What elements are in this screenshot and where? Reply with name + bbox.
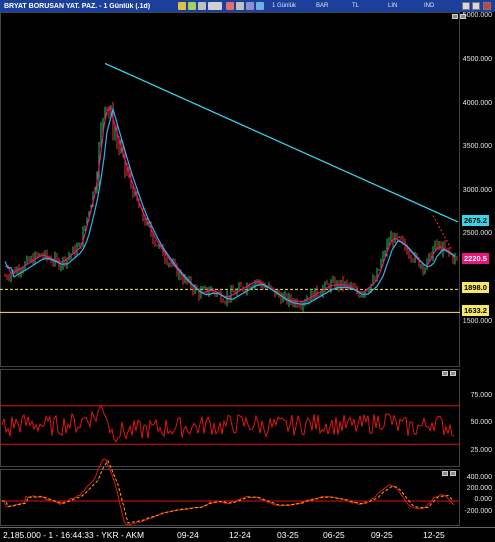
x-axis-label: 12-24 [229,530,251,540]
oscillator-line [1,458,455,526]
status-text: 2,185.000 - 1 - 16:44:33 - YKR - AKM [3,530,145,540]
status-bar: 2,185.000 - 1 - 16:44:33 - YKR - AKM 09-… [0,527,495,542]
x-axis-label: 12-25 [423,530,445,540]
x-axis-label: 09-25 [371,530,393,540]
moving-average-fast-line [4,106,456,303]
resistance-trendline [104,62,459,223]
chart-drawing-layer [0,62,460,526]
x-axis-label: 03-25 [277,530,299,540]
moving-average-slow-line [4,106,456,305]
rsi-line [1,405,455,443]
x-axis-label: 06-25 [323,530,345,540]
oscillator-signal-line [2,459,455,524]
x-axis-label: 09-24 [177,530,199,540]
